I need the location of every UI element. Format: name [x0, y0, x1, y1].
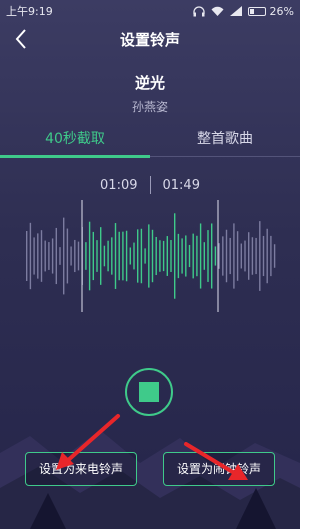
waveform-bar [59, 247, 61, 265]
title-bar: 设置铃声 [0, 22, 300, 56]
waveform-bar [255, 237, 257, 275]
waveform-bar [111, 237, 113, 275]
waveform-bar [96, 240, 98, 272]
waveform-bar [88, 221, 91, 291]
set-call-ringtone-button[interactable]: 设置为来电铃声 [25, 452, 137, 486]
waveform-bar [262, 235, 265, 277]
song-name: 逆光 [134, 74, 165, 92]
waveform-bar [63, 217, 65, 295]
tab-40s-clip[interactable]: 40秒截取 [0, 124, 150, 158]
waveform-bar [174, 213, 176, 299]
tab-full-song[interactable]: 整首歌曲 [150, 124, 300, 158]
waveform-bar [181, 238, 183, 274]
waveform-bar [44, 240, 46, 272]
waveform-bar [270, 235, 272, 277]
clip-mode-tabs: 40秒截取 整首歌曲 [0, 124, 300, 158]
waveform-bar [85, 242, 87, 270]
stop-icon [139, 382, 159, 402]
waveform-bar [107, 240, 109, 272]
waveform-bar [140, 228, 143, 284]
waveform-bar [51, 238, 54, 274]
waveform-bar [225, 229, 228, 283]
waveform-bar [222, 236, 224, 276]
waveform-bar [244, 240, 246, 272]
signal-icon [229, 6, 242, 16]
waveform-bar [70, 246, 72, 266]
page-title: 设置铃声 [119, 30, 180, 49]
waveform-bar [185, 235, 187, 277]
waveform-bar [103, 245, 106, 267]
tab-active-indicator [0, 155, 150, 158]
waveform-bar [125, 230, 128, 282]
chevron-left-icon[interactable] [12, 27, 32, 51]
battery-icon [247, 6, 266, 16]
waveform-bar [100, 227, 102, 285]
status-bar: 上午9:19 26% [0, 0, 300, 22]
waveform-bar [144, 248, 146, 264]
headphones-icon [192, 5, 205, 16]
waveform-bar [177, 233, 180, 279]
time-separator [149, 176, 151, 194]
waveform-bar [229, 237, 231, 275]
audio-waveform[interactable] [0, 200, 300, 312]
clip-start-time: 01:09 [100, 177, 138, 193]
waveform-bar [233, 223, 235, 289]
battery-indicator: 26% [247, 4, 294, 18]
waveform-bar [137, 229, 139, 283]
song-artist: 孙燕姿 [131, 100, 168, 114]
waveform-bar [133, 242, 135, 270]
clip-time-range: 01:09 01:49 [0, 176, 300, 194]
waveform-bar [74, 239, 76, 273]
waveform-bar [192, 233, 194, 279]
waveform-bar [122, 231, 124, 281]
waveform-bar [218, 243, 220, 269]
waveform-bar [155, 236, 157, 276]
waveform-bar [29, 222, 32, 290]
battery-percent: 26% [269, 4, 294, 18]
waveform-bar [55, 227, 57, 285]
waveform-bar [129, 247, 131, 265]
waveform-bar [26, 231, 28, 281]
waveform-bar [66, 228, 69, 284]
waveform-bar [159, 240, 161, 272]
waveform-bar [151, 229, 154, 283]
waveform-bar [114, 223, 117, 289]
waveform-bar [37, 233, 39, 279]
waveform-bar [203, 242, 205, 270]
waveform-bar [170, 240, 172, 272]
waveform-bar [240, 243, 242, 269]
waveform-bar [236, 231, 239, 281]
waveform-bar [259, 221, 261, 291]
waveform-bar [77, 241, 80, 271]
waveform-bar [211, 223, 213, 289]
waveform-bar [148, 224, 150, 288]
waveform-bar [199, 223, 202, 289]
waveform-bar [273, 244, 276, 268]
wifi-icon [211, 6, 224, 16]
waveform-bar [188, 244, 191, 268]
set-alarm-ringtone-button[interactable]: 设置为闹钟铃声 [163, 452, 275, 486]
waveform-bar [162, 240, 165, 272]
waveform-bar [48, 242, 50, 270]
ringtone-settings-screen: 上午9:19 26% 设置铃声 逆光 孙燕姿 40秒截取 整首歌曲 01:09 … [0, 0, 300, 529]
waveform-bar [251, 237, 254, 275]
waveform-bar [118, 231, 120, 281]
waveform-bar [166, 236, 168, 276]
status-time: 上午9:19 [6, 5, 53, 18]
waveform-bar [40, 230, 43, 282]
status-icons: 26% [192, 4, 294, 18]
waveform-bar [207, 230, 209, 282]
waveform-bar [33, 237, 35, 275]
waveform-bar [92, 231, 94, 281]
clip-end-time: 01:49 [162, 177, 200, 193]
waveform-bar [196, 235, 198, 277]
waveform-bar [214, 246, 217, 266]
waveform-bar [248, 232, 250, 280]
waveform-bar [266, 228, 268, 284]
